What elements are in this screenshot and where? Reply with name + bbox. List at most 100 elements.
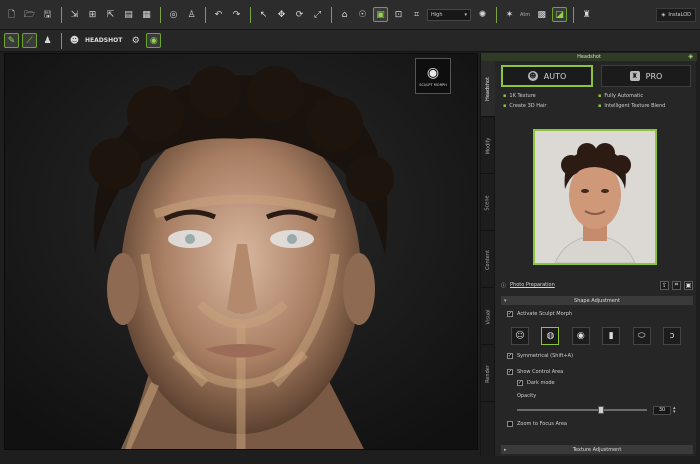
- tab-content[interactable]: Content: [481, 232, 495, 288]
- toolbar-separator: [496, 6, 497, 23]
- opacity-value-field[interactable]: 30: [653, 405, 671, 415]
- instalod-icon: ◈: [661, 11, 666, 18]
- expand-icon: ▸: [504, 446, 507, 453]
- material-icon[interactable]: ▩: [534, 7, 549, 22]
- import-icon[interactable]: ⇲: [67, 7, 82, 22]
- figure-icon[interactable]: ♟: [40, 33, 55, 48]
- export-icon[interactable]: ⇱: [103, 7, 118, 22]
- show-control-area-checkbox[interactable]: ✓: [507, 369, 513, 375]
- photo-preparation-link[interactable]: Photo Preparation: [510, 282, 555, 288]
- grid-view-icon[interactable]: ⊡: [391, 7, 406, 22]
- activate-sculpt-morph-row[interactable]: ✓ Activate Sculpt Morph: [507, 311, 572, 317]
- crop-photo-icon[interactable]: ⌗: [672, 280, 681, 290]
- settings-gear-icon[interactable]: ⚙: [128, 33, 143, 48]
- auto-mode-label: AUTO: [543, 71, 567, 81]
- tab-label: Content: [485, 249, 492, 270]
- toolbar-separator: [331, 6, 332, 23]
- tab-render[interactable]: Render: [481, 346, 495, 402]
- fit-view-icon[interactable]: ▣: [373, 7, 388, 22]
- dark-mode-row[interactable]: ✓ Dark mode: [517, 380, 555, 386]
- mouth-region-icon[interactable]: ⬭: [632, 327, 651, 345]
- gizmo-icon[interactable]: ✶: [502, 7, 517, 22]
- merge-icon[interactable]: ⊞: [85, 7, 100, 22]
- show-control-area-row[interactable]: ✓ Show Control Area: [507, 369, 563, 375]
- source-photo[interactable]: [533, 129, 657, 265]
- tab-modify[interactable]: Modify: [481, 118, 495, 174]
- opacity-label: Opacity: [517, 393, 537, 399]
- activate-sculpt-morph-checkbox[interactable]: ✓: [507, 311, 513, 317]
- export-page-icon[interactable]: ▤: [121, 7, 136, 22]
- zoom-to-focus-row[interactable]: Zoom to Focus Area: [507, 421, 567, 427]
- zoom-to-focus-checkbox[interactable]: [507, 421, 513, 427]
- face-region-icon[interactable]: ☺: [511, 327, 529, 345]
- light-icon[interactable]: ✺: [475, 7, 490, 22]
- smart-search-icon[interactable]: ◎: [166, 7, 181, 22]
- panel-options-icon[interactable]: ◈: [688, 53, 693, 60]
- shape-adjustment-header[interactable]: ▾ Shape Adjustment: [501, 296, 693, 305]
- auto-mode-button[interactable]: ☻ AUTO: [501, 65, 593, 87]
- avatar-icon[interactable]: ♙: [184, 7, 199, 22]
- tab-scene[interactable]: Scene: [481, 175, 495, 231]
- scale-icon[interactable]: ⤢: [310, 7, 325, 22]
- quality-dropdown[interactable]: High ▾: [427, 8, 471, 21]
- open-folder-icon[interactable]: 🗁: [22, 7, 37, 22]
- quality-dropdown-value: High: [431, 11, 443, 18]
- redo-icon[interactable]: ↷: [229, 7, 244, 22]
- morph-region-buttons: ☺ ◍ ◉ ▮ ⬭ ↄ: [511, 327, 681, 345]
- home-camera-icon[interactable]: ⌂: [337, 7, 352, 22]
- ear-region-icon[interactable]: ↄ: [662, 327, 681, 345]
- opacity-slider-handle[interactable]: [597, 406, 604, 414]
- tab-headshot[interactable]: Headshot: [481, 61, 495, 117]
- opacity-label-row: Opacity: [517, 393, 536, 399]
- brush-icon[interactable]: ✎: [4, 33, 19, 48]
- texture-adjustment-header[interactable]: ▸ Texture Adjustment: [501, 445, 693, 454]
- new-file-icon[interactable]: 🗋: [4, 7, 19, 22]
- camera-icon[interactable]: ▣: [684, 280, 693, 290]
- pro-mode-button[interactable]: ♜ PRO: [601, 65, 691, 87]
- vertical-tabs: Headshot Modify Scene Content Visual Ren…: [481, 61, 495, 456]
- wireframe-icon[interactable]: ⌗: [409, 7, 424, 22]
- symmetrical-checkbox[interactable]: ✓: [507, 353, 513, 359]
- spinner-arrows-icon[interactable]: ▴ ▾: [673, 406, 676, 415]
- sculpt-morph-badge-label: SCULPT MORPH: [419, 82, 447, 87]
- face-mask-icon[interactable]: ◍: [541, 327, 560, 345]
- sculpt-tool-icon[interactable]: ⟋: [22, 33, 37, 48]
- shape-adjustment-title: Shape Adjustment: [574, 297, 620, 304]
- dark-mode-label: Dark mode: [527, 380, 555, 386]
- panel-title-bar: Headshot ◈: [481, 53, 697, 61]
- headshot-label[interactable]: HEADSHOT: [85, 37, 122, 44]
- undo-icon[interactable]: ↶: [211, 7, 226, 22]
- load-photo-icon[interactable]: ⇪: [660, 280, 669, 290]
- tab-label: Visual: [485, 309, 491, 324]
- camera-orbit-icon[interactable]: ☉: [355, 7, 370, 22]
- sculpt-view-icon[interactable]: ◪: [552, 7, 568, 22]
- atm-label[interactable]: Atm: [520, 12, 530, 18]
- opacity-slider[interactable]: [517, 406, 647, 414]
- symmetrical-row[interactable]: ✓ Symmetrical (Shift+A): [507, 353, 573, 359]
- help-icon[interactable]: ⓘ: [501, 282, 506, 289]
- save-icon[interactable]: 🖫: [40, 7, 55, 22]
- rotate-icon[interactable]: ⟳: [292, 7, 307, 22]
- toolbar-separator: [205, 6, 206, 23]
- toolbar-separator: [61, 32, 62, 49]
- dark-mode-checkbox[interactable]: ✓: [517, 380, 523, 386]
- portrait-photo: [535, 131, 655, 263]
- eye-region-icon[interactable]: ◉: [571, 327, 590, 345]
- select-icon[interactable]: ↖: [256, 7, 271, 22]
- feature-list: 1K Texture Fully Automatic Create 3D Hai…: [503, 93, 693, 109]
- head-mask-icon[interactable]: ◉: [146, 33, 162, 48]
- move-icon[interactable]: ✥: [274, 7, 289, 22]
- project-icon[interactable]: ▦: [139, 7, 154, 22]
- instalod-button[interactable]: ◈ InstaLOD: [656, 7, 696, 22]
- tab-visual[interactable]: Visual: [481, 289, 495, 345]
- opacity-slider-row: 30 ▴ ▾: [517, 405, 687, 415]
- mode-switch: ☻ AUTO ♜ PRO: [497, 65, 695, 87]
- main-toolbar: 🗋 🗁 🖫 ⇲ ⊞ ⇱ ▤ ▦ ◎ ♙ ↶ ↷ ↖ ✥ ⟳ ⤢ ⌂ ☉ ▣ ⊡ …: [0, 0, 700, 30]
- headshot-plugin-icon[interactable]: ☻: [67, 33, 82, 48]
- 3d-viewport[interactable]: ◉ SCULPT MORPH: [4, 53, 478, 450]
- sculpt-morph-badge: ◉ SCULPT MORPH: [415, 58, 451, 94]
- auto-head-icon: ☻: [527, 71, 538, 81]
- character-icon[interactable]: ♜: [579, 7, 594, 22]
- zoom-to-focus-label: Zoom to Focus Area: [517, 421, 567, 427]
- nose-region-icon[interactable]: ▮: [602, 327, 621, 345]
